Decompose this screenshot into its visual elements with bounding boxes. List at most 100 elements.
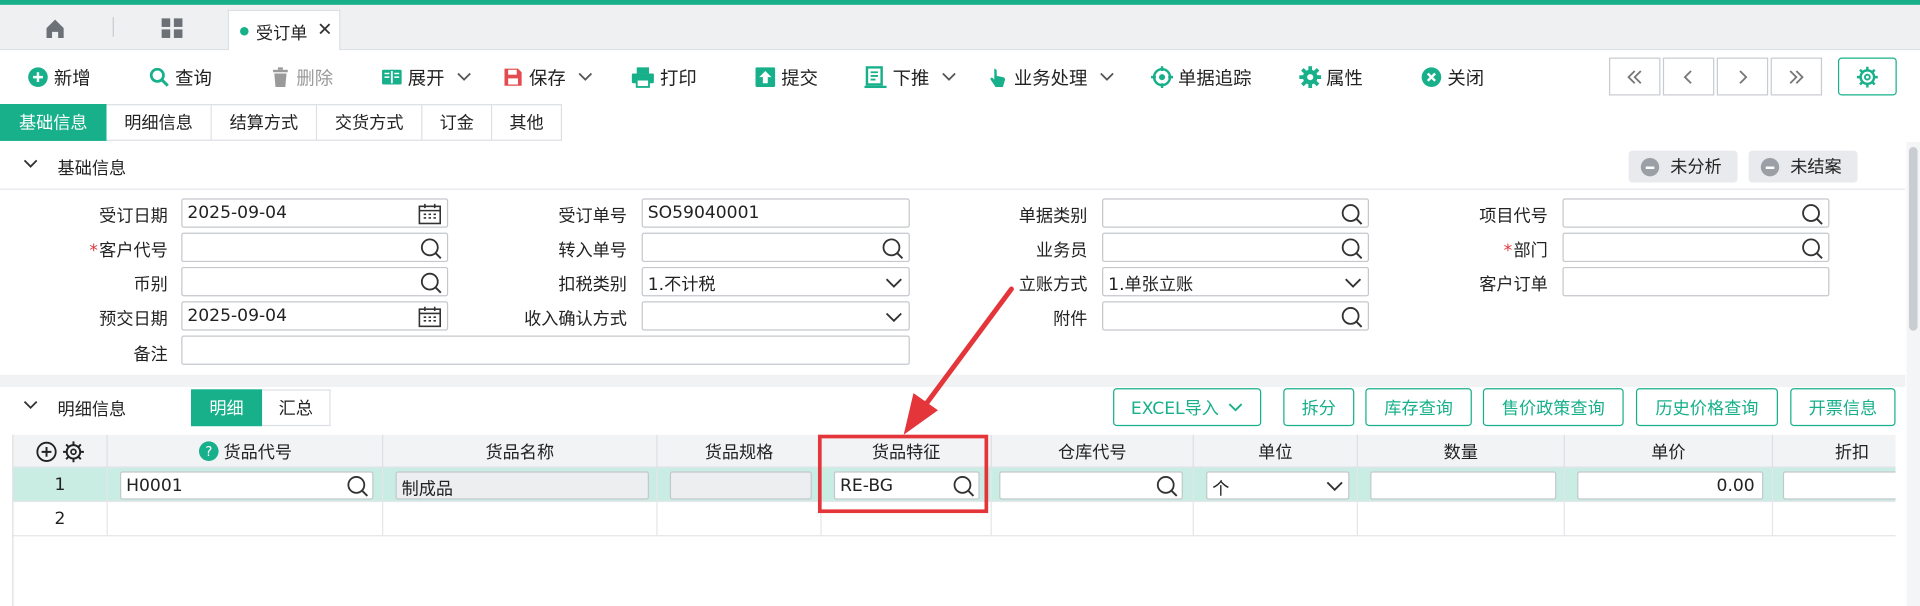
vertical-scrollbar[interactable] bbox=[1906, 142, 1920, 606]
tab-deposit[interactable]: 订金 bbox=[422, 104, 493, 141]
goods-code-cell[interactable] bbox=[108, 502, 384, 537]
price-policy-query-button[interactable]: 售价政策查询 bbox=[1482, 388, 1624, 427]
collapse-chevron-icon[interactable] bbox=[22, 158, 39, 170]
project-code-field[interactable] bbox=[1562, 198, 1830, 228]
save-button[interactable]: 保存 bbox=[502, 64, 598, 91]
salesman-field[interactable] bbox=[1102, 232, 1369, 263]
last-record-button[interactable] bbox=[1770, 57, 1823, 96]
invoice-info-button[interactable]: 开票信息 bbox=[1790, 388, 1896, 427]
tab-delivery[interactable]: 交货方式 bbox=[317, 104, 423, 141]
tab-other[interactable]: 其他 bbox=[492, 104, 563, 141]
column-header-goods-spec[interactable]: 货品规格 bbox=[658, 434, 822, 468]
remark-field[interactable] bbox=[181, 335, 910, 365]
chevron-down-icon[interactable] bbox=[1325, 480, 1345, 492]
expand-button[interactable]: 展开 bbox=[381, 64, 477, 91]
discount-input[interactable] bbox=[1782, 471, 1896, 500]
close-button[interactable]: 关闭 bbox=[1420, 64, 1484, 91]
goods-code-input[interactable]: H0001 bbox=[120, 471, 374, 500]
unit-select[interactable]: 个 bbox=[1206, 471, 1350, 500]
calendar-icon[interactable] bbox=[418, 306, 442, 328]
chevron-down-icon[interactable] bbox=[884, 277, 904, 289]
scrollbar-thumb[interactable] bbox=[1908, 146, 1918, 331]
push-down-button[interactable]: 下推 bbox=[863, 64, 961, 91]
delivery-date-field[interactable]: 2025-09-04 bbox=[181, 301, 449, 331]
document-trace-button[interactable]: 单据追踪 bbox=[1151, 64, 1251, 91]
add-row-icon[interactable] bbox=[36, 440, 58, 462]
gear-icon[interactable] bbox=[62, 440, 84, 462]
upload-icon bbox=[755, 67, 776, 87]
project-code-label: 项目代号 bbox=[1479, 206, 1548, 227]
department-field[interactable] bbox=[1562, 232, 1830, 263]
attachment-field[interactable] bbox=[1102, 301, 1369, 331]
tab-close-icon[interactable]: ✕ bbox=[317, 18, 332, 40]
unit-cell[interactable] bbox=[1194, 502, 1358, 537]
settings-button[interactable] bbox=[1837, 57, 1897, 96]
tax-type-select[interactable]: 1.不计税 bbox=[641, 266, 910, 297]
next-record-button[interactable] bbox=[1716, 57, 1769, 96]
order-date-field[interactable]: 2025-09-04 bbox=[181, 198, 449, 228]
tab-detail-info[interactable]: 明细信息 bbox=[106, 104, 212, 141]
doc-type-field[interactable] bbox=[1102, 198, 1369, 228]
price-history-query-button[interactable]: 历史价格查询 bbox=[1635, 388, 1778, 427]
delete-button[interactable]: 删除 bbox=[269, 64, 333, 91]
tab-settlement[interactable]: 结算方式 bbox=[211, 104, 318, 141]
quantity-input[interactable] bbox=[1370, 471, 1557, 500]
tab-sales-order[interactable]: 受订单 ✕ bbox=[227, 9, 341, 52]
apps-grid-icon[interactable] bbox=[154, 15, 191, 42]
collapse-chevron-icon[interactable] bbox=[22, 399, 39, 411]
submit-button[interactable]: 提交 bbox=[754, 64, 818, 91]
search-icon[interactable] bbox=[1341, 238, 1363, 260]
new-button[interactable]: 新增 bbox=[27, 64, 91, 91]
column-header-warehouse[interactable]: 仓库代号 bbox=[992, 434, 1194, 468]
home-icon[interactable] bbox=[37, 15, 74, 42]
currency-field[interactable] bbox=[181, 266, 449, 297]
first-record-button[interactable] bbox=[1608, 57, 1661, 96]
warehouse-cell[interactable] bbox=[992, 502, 1194, 537]
search-icon[interactable] bbox=[1801, 203, 1823, 225]
help-icon[interactable]: ? bbox=[198, 441, 219, 462]
column-header-unit[interactable]: 单位 bbox=[1194, 434, 1358, 468]
business-process-button[interactable]: 业务处理 bbox=[987, 64, 1119, 91]
column-header-quantity[interactable]: 数量 bbox=[1358, 434, 1565, 468]
quantity-cell[interactable] bbox=[1358, 502, 1565, 537]
discount-cell[interactable] bbox=[1773, 502, 1895, 536]
previous-record-button[interactable] bbox=[1662, 57, 1715, 96]
order-no-field[interactable]: SO59040001 bbox=[641, 198, 910, 228]
chevron-down-icon[interactable] bbox=[1343, 277, 1363, 289]
excel-import-button[interactable]: EXCEL导入 bbox=[1113, 388, 1262, 427]
column-header-price[interactable]: 单价 bbox=[1565, 434, 1774, 468]
search-icon[interactable] bbox=[1341, 203, 1363, 225]
warehouse-input[interactable] bbox=[999, 471, 1183, 500]
doc-type-label: 单据类别 bbox=[1018, 206, 1088, 227]
stock-query-button[interactable]: 库存查询 bbox=[1365, 388, 1472, 427]
push-down-label: 下推 bbox=[892, 66, 930, 89]
detail-view-button[interactable]: 明细 bbox=[191, 389, 263, 427]
print-button[interactable]: 打印 bbox=[631, 64, 697, 91]
transfer-no-field[interactable] bbox=[641, 232, 910, 263]
chevron-down-icon[interactable] bbox=[884, 311, 904, 323]
summary-view-button[interactable]: 汇总 bbox=[262, 389, 331, 427]
properties-button[interactable]: 属性 bbox=[1299, 64, 1363, 91]
search-icon[interactable] bbox=[1156, 475, 1178, 497]
column-header-goods-code[interactable]: ? 货品代号 bbox=[108, 434, 384, 468]
goods-spec-cell bbox=[658, 467, 822, 503]
search-icon[interactable] bbox=[882, 238, 904, 260]
search-icon[interactable] bbox=[1341, 306, 1363, 328]
column-header-goods-name[interactable]: 货品名称 bbox=[383, 434, 658, 468]
account-method-select[interactable]: 1.单张立账 bbox=[1102, 266, 1369, 297]
query-button[interactable]: 查询 bbox=[148, 64, 212, 91]
customer-code-field[interactable] bbox=[181, 232, 449, 263]
column-header-discount[interactable]: 折扣 bbox=[1773, 435, 1895, 468]
price-input[interactable]: 0.00 bbox=[1577, 471, 1764, 500]
search-icon[interactable] bbox=[1801, 238, 1823, 260]
search-icon[interactable] bbox=[347, 475, 369, 497]
price-cell[interactable] bbox=[1565, 502, 1774, 537]
split-button[interactable]: 拆分 bbox=[1283, 388, 1355, 427]
search-icon[interactable] bbox=[420, 238, 442, 260]
detail-view-toggle: 明细 汇总 bbox=[191, 389, 331, 427]
tab-basic-info[interactable]: 基础信息 bbox=[0, 104, 107, 141]
income-method-select[interactable] bbox=[641, 301, 910, 331]
calendar-icon[interactable] bbox=[418, 203, 442, 225]
customer-order-field[interactable] bbox=[1562, 266, 1830, 297]
search-icon[interactable] bbox=[420, 272, 442, 294]
